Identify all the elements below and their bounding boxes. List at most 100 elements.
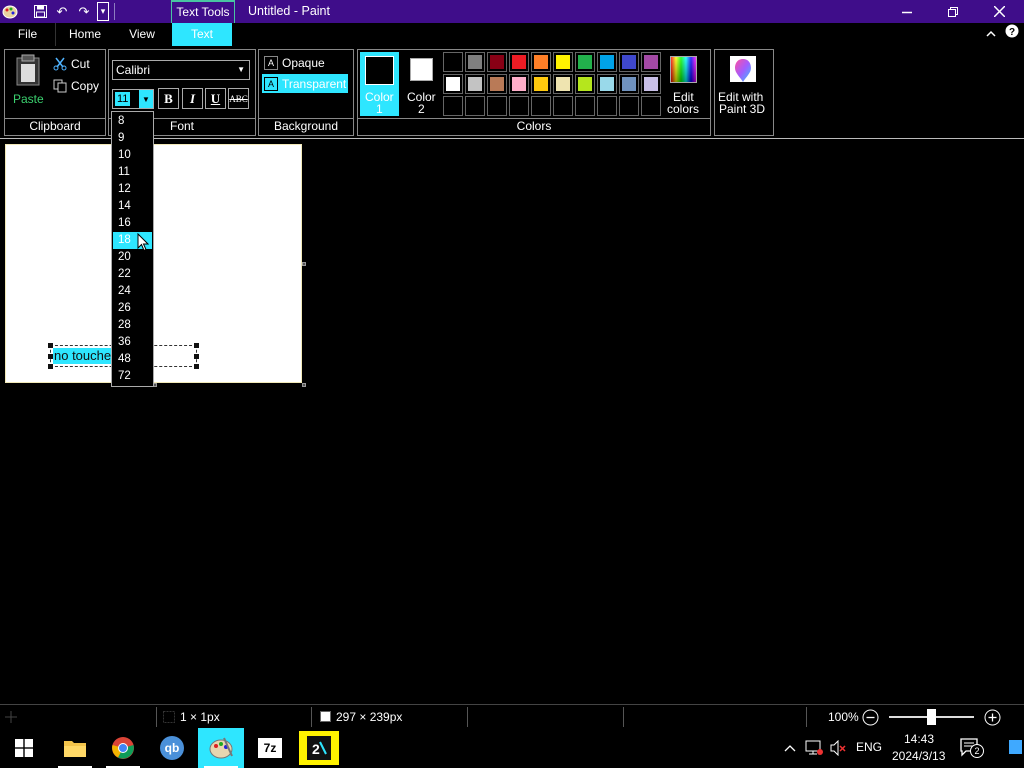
taskbar-paint[interactable] bbox=[198, 728, 244, 768]
palette-swatch[interactable] bbox=[641, 52, 661, 72]
collapse-ribbon-icon[interactable] bbox=[982, 23, 1000, 46]
font-size-option-72[interactable]: 72 bbox=[113, 368, 152, 385]
volume-tray-icon[interactable] bbox=[827, 728, 849, 768]
text-box-handle[interactable] bbox=[48, 343, 53, 348]
font-size-option-24[interactable]: 24 bbox=[113, 283, 152, 300]
font-size-option-9[interactable]: 9 bbox=[113, 130, 152, 147]
palette-swatch-empty[interactable] bbox=[443, 96, 463, 116]
font-size-option-12[interactable]: 12 bbox=[113, 181, 152, 198]
transparent-option[interactable]: A Transparent bbox=[262, 74, 348, 93]
zoom-in-icon[interactable] bbox=[984, 709, 1001, 726]
minimize-button[interactable] bbox=[884, 0, 930, 23]
palette-swatch[interactable] bbox=[487, 74, 507, 94]
canvas-resize-handle-corner[interactable] bbox=[302, 383, 306, 387]
text-box-handle[interactable] bbox=[194, 364, 199, 369]
tab-view[interactable]: View bbox=[114, 23, 170, 46]
restore-button[interactable] bbox=[930, 0, 976, 23]
font-size-option-10[interactable]: 10 bbox=[113, 147, 152, 164]
cut-button[interactable]: Cut bbox=[51, 56, 101, 74]
zoom-out-icon[interactable] bbox=[862, 709, 879, 726]
palette-swatch[interactable] bbox=[619, 52, 639, 72]
start-button[interactable] bbox=[0, 728, 48, 768]
strikethrough-button[interactable]: ABC bbox=[228, 88, 249, 109]
palette-swatch-empty[interactable] bbox=[465, 96, 485, 116]
font-size-option-28[interactable]: 28 bbox=[113, 317, 152, 334]
edit-with-paint3d-button[interactable]: Edit with Paint 3D bbox=[716, 52, 772, 116]
bold-button[interactable]: B bbox=[158, 88, 179, 109]
paint-app-icon[interactable] bbox=[2, 2, 18, 21]
font-size-dropdown-arrow[interactable]: ▼ bbox=[139, 90, 153, 108]
palette-swatch[interactable] bbox=[487, 52, 507, 72]
palette-swatch[interactable] bbox=[509, 74, 529, 94]
underline-button[interactable]: U bbox=[205, 88, 226, 109]
palette-swatch-empty[interactable] bbox=[509, 96, 529, 116]
tab-file[interactable]: File bbox=[0, 23, 56, 46]
taskbar-chrome[interactable] bbox=[100, 728, 146, 768]
color2-button[interactable]: Color 2 bbox=[402, 52, 441, 116]
zoom-slider-thumb[interactable] bbox=[927, 709, 936, 725]
font-size-option-16[interactable]: 16 bbox=[113, 215, 152, 232]
palette-swatch[interactable] bbox=[553, 52, 573, 72]
copy-button[interactable]: Copy bbox=[51, 78, 105, 96]
help-icon[interactable]: ? bbox=[1003, 23, 1021, 46]
palette-swatch[interactable] bbox=[531, 74, 551, 94]
font-size-option-14[interactable]: 14 bbox=[113, 198, 152, 215]
undo-icon[interactable]: ↶ bbox=[52, 2, 72, 21]
show-hidden-icons-button[interactable] bbox=[780, 728, 800, 768]
taskbar-7zip[interactable]: 7z bbox=[247, 728, 293, 768]
tab-home[interactable]: Home bbox=[58, 23, 112, 46]
palette-swatch[interactable] bbox=[641, 74, 661, 94]
opaque-option[interactable]: A Opaque bbox=[262, 53, 348, 72]
font-size-option-26[interactable]: 26 bbox=[113, 300, 152, 317]
input-language[interactable]: ENG bbox=[856, 740, 882, 754]
italic-button[interactable]: I bbox=[182, 88, 203, 109]
font-size-option-22[interactable]: 22 bbox=[113, 266, 152, 283]
text-box-handle[interactable] bbox=[48, 364, 53, 369]
palette-swatch[interactable] bbox=[465, 52, 485, 72]
taskbar-app-pinned[interactable]: 2 bbox=[296, 728, 342, 768]
palette-swatch-empty[interactable] bbox=[641, 96, 661, 116]
canvas-resize-handle-right[interactable] bbox=[302, 262, 306, 266]
show-desktop-button[interactable] bbox=[1005, 728, 1024, 768]
palette-swatch-empty[interactable] bbox=[619, 96, 639, 116]
palette-swatch-empty[interactable] bbox=[575, 96, 595, 116]
text-box-handle[interactable] bbox=[194, 354, 199, 359]
palette-swatch[interactable] bbox=[575, 74, 595, 94]
palette-swatch-empty[interactable] bbox=[597, 96, 617, 116]
close-button[interactable] bbox=[976, 0, 1022, 23]
palette-swatch[interactable] bbox=[465, 74, 485, 94]
font-family-select[interactable]: Calibri ▼ bbox=[112, 60, 250, 80]
text-box-content[interactable]: no touche bbox=[53, 348, 113, 364]
tab-text[interactable]: Text bbox=[172, 23, 232, 46]
font-size-option-8[interactable]: 8 bbox=[113, 113, 152, 130]
palette-swatch[interactable] bbox=[443, 52, 463, 72]
palette-swatch[interactable] bbox=[597, 52, 617, 72]
palette-swatch-empty[interactable] bbox=[531, 96, 551, 116]
taskbar-file-explorer[interactable] bbox=[52, 728, 98, 768]
palette-swatch[interactable] bbox=[553, 74, 573, 94]
paste-button[interactable]: Paste bbox=[13, 54, 44, 106]
text-box-handle[interactable] bbox=[194, 343, 199, 348]
edit-colors-button[interactable]: Edit colors bbox=[666, 54, 702, 116]
color1-button[interactable]: Color 1 bbox=[360, 52, 399, 116]
action-center-button[interactable]: 2 bbox=[956, 728, 986, 768]
palette-swatch[interactable] bbox=[597, 74, 617, 94]
taskbar-qbittorrent[interactable]: qb bbox=[149, 728, 195, 768]
customize-quick-access-dropdown[interactable]: ▾ bbox=[97, 2, 109, 21]
palette-swatch[interactable] bbox=[619, 74, 639, 94]
font-size-select[interactable]: 11 ▼ bbox=[112, 89, 154, 109]
font-size-option-36[interactable]: 36 bbox=[113, 334, 152, 351]
save-icon[interactable] bbox=[30, 2, 50, 21]
palette-swatch[interactable] bbox=[443, 74, 463, 94]
redo-icon[interactable]: ↷ bbox=[74, 2, 94, 21]
palette-swatch-empty[interactable] bbox=[553, 96, 573, 116]
palette-swatch[interactable] bbox=[531, 52, 551, 72]
clock-time[interactable]: 14:43 bbox=[904, 732, 934, 746]
palette-swatch[interactable] bbox=[575, 52, 595, 72]
font-size-option-11[interactable]: 11 bbox=[113, 164, 152, 181]
font-size-option-48[interactable]: 48 bbox=[113, 351, 152, 368]
network-tray-icon[interactable] bbox=[803, 728, 825, 768]
text-box-handle[interactable] bbox=[48, 354, 53, 359]
clock-date[interactable]: 2024/3/13 bbox=[892, 749, 945, 763]
palette-swatch[interactable] bbox=[509, 52, 529, 72]
